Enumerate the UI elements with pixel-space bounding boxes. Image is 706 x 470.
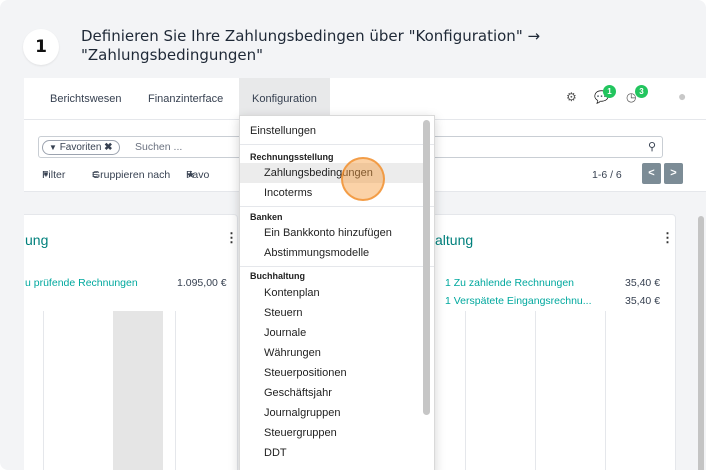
- pager-previous-button[interactable]: <: [642, 163, 661, 184]
- card-options-icon[interactable]: ⋮: [661, 230, 674, 246]
- messages-icon[interactable]: 💬 1: [594, 85, 616, 104]
- card-amount: 1.095,00 €: [177, 277, 227, 289]
- graph-gridline: [605, 311, 606, 470]
- menu-item-einstellungen[interactable]: Einstellungen: [240, 121, 428, 141]
- guide-step-card: 1 Definieren Sie Ihre Zahlungsbedingen ü…: [0, 0, 706, 470]
- menu-item-waehrungen[interactable]: Währungen: [240, 343, 428, 363]
- top-navbar: Berichtswesen Finanzinterface Konfigurat…: [24, 78, 706, 120]
- menu-item-steuerpositionen[interactable]: Steuerpositionen: [240, 363, 428, 383]
- debug-bug-icon[interactable]: ⚙: [566, 90, 577, 104]
- menu-item-journale[interactable]: Journale: [240, 323, 428, 343]
- pager-next-button[interactable]: >: [664, 163, 683, 184]
- menu-item-zahlungsbedingungen[interactable]: Zahlungsbedingungen: [240, 163, 428, 183]
- step-instruction: Definieren Sie Ihre Zahlungsbedingen übe…: [81, 27, 541, 64]
- nav-item-konfiguration[interactable]: Konfiguration: [239, 78, 330, 120]
- menu-item-geschaeftsjahr[interactable]: Geschäftsjahr: [240, 383, 428, 403]
- facet-remove-icon[interactable]: ✖: [104, 142, 112, 153]
- menu-item-journalgruppen[interactable]: Journalgruppen: [240, 403, 428, 423]
- menu-item-abstimmungsmodelle[interactable]: Abstimmungsmodelle: [240, 243, 428, 263]
- menu-item-ddt[interactable]: DDT: [240, 443, 428, 463]
- menu-divider: [240, 266, 434, 267]
- graph-gridline: [175, 311, 176, 470]
- systray: ⚙ 💬 1 ◷ 3 ●: [566, 78, 706, 120]
- graph-gridline: [43, 311, 44, 470]
- messages-count-badge: 1: [603, 85, 616, 98]
- journal-card-title[interactable]: ung: [25, 232, 48, 248]
- card-amount: 35,40 €: [625, 295, 661, 307]
- card-options-icon[interactable]: ⋮: [225, 230, 238, 246]
- activities-count-badge: 3: [635, 85, 648, 98]
- card-link[interactable]: 1 Verspätete Eingangsrechnu...: [445, 295, 592, 307]
- card-link[interactable]: u prüfende Rechnungen: [25, 277, 138, 289]
- menu-item-steuern[interactable]: Steuern: [240, 303, 428, 323]
- page-scrollbar[interactable]: [698, 216, 704, 470]
- search-facet: ▼ Favoriten ✖: [42, 140, 120, 155]
- journal-card: ung ⋮ u prüfende Rechnungen 1.095,00 €: [24, 214, 238, 470]
- nav-item-berichtswesen[interactable]: Berichtswesen: [50, 78, 122, 120]
- card-amount: 35,40 €: [625, 277, 661, 289]
- filter-funnel-icon: ▼: [49, 143, 57, 152]
- click-indicator: [341, 157, 385, 201]
- nav-item-finanzinterface[interactable]: Finanzinterface: [148, 78, 223, 120]
- activities-clock-icon[interactable]: ◷ 3: [626, 85, 648, 104]
- graph-gridline: [535, 311, 536, 470]
- facet-label: Favoriten: [59, 142, 102, 153]
- menu-divider: [240, 206, 434, 207]
- menu-divider: [240, 144, 434, 145]
- menu-item-kontenplan[interactable]: Kontenplan: [240, 283, 428, 303]
- menu-section-rechnungsstellung: Rechnungsstellung: [250, 152, 334, 162]
- menu-item-steuergruppen[interactable]: Steuergruppen: [240, 423, 428, 443]
- graph-gridline: [465, 311, 466, 470]
- menu-item-incoterms[interactable]: Incoterms: [240, 183, 428, 203]
- menu-scrollbar[interactable]: [423, 120, 430, 415]
- user-avatar-icon[interactable]: ●: [678, 88, 686, 104]
- card-link[interactable]: 1 Zu zahlende Rechnungen: [445, 277, 574, 289]
- menu-section-buchhaltung: Buchhaltung: [250, 271, 305, 281]
- menu-item-bankkonto-hinzufuegen[interactable]: Ein Bankkonto hinzufügen: [240, 223, 428, 243]
- pager-value[interactable]: 1-6 / 6: [592, 166, 622, 184]
- search-icon[interactable]: ⚲: [648, 140, 656, 153]
- journal-card: altung ⋮ 1 Zu zahlende Rechnungen 35,40 …: [424, 214, 676, 470]
- graph-bar: [113, 311, 163, 470]
- journal-card-title[interactable]: altung: [435, 232, 473, 248]
- app-screenshot: Berichtswesen Finanzinterface Konfigurat…: [24, 78, 706, 470]
- konfiguration-dropdown-menu: Einstellungen Rechnungsstellung Zahlungs…: [239, 115, 435, 470]
- search-placeholder: Suchen ...: [135, 141, 183, 153]
- step-number-badge: 1: [23, 29, 59, 65]
- menu-section-banken: Banken: [250, 212, 283, 222]
